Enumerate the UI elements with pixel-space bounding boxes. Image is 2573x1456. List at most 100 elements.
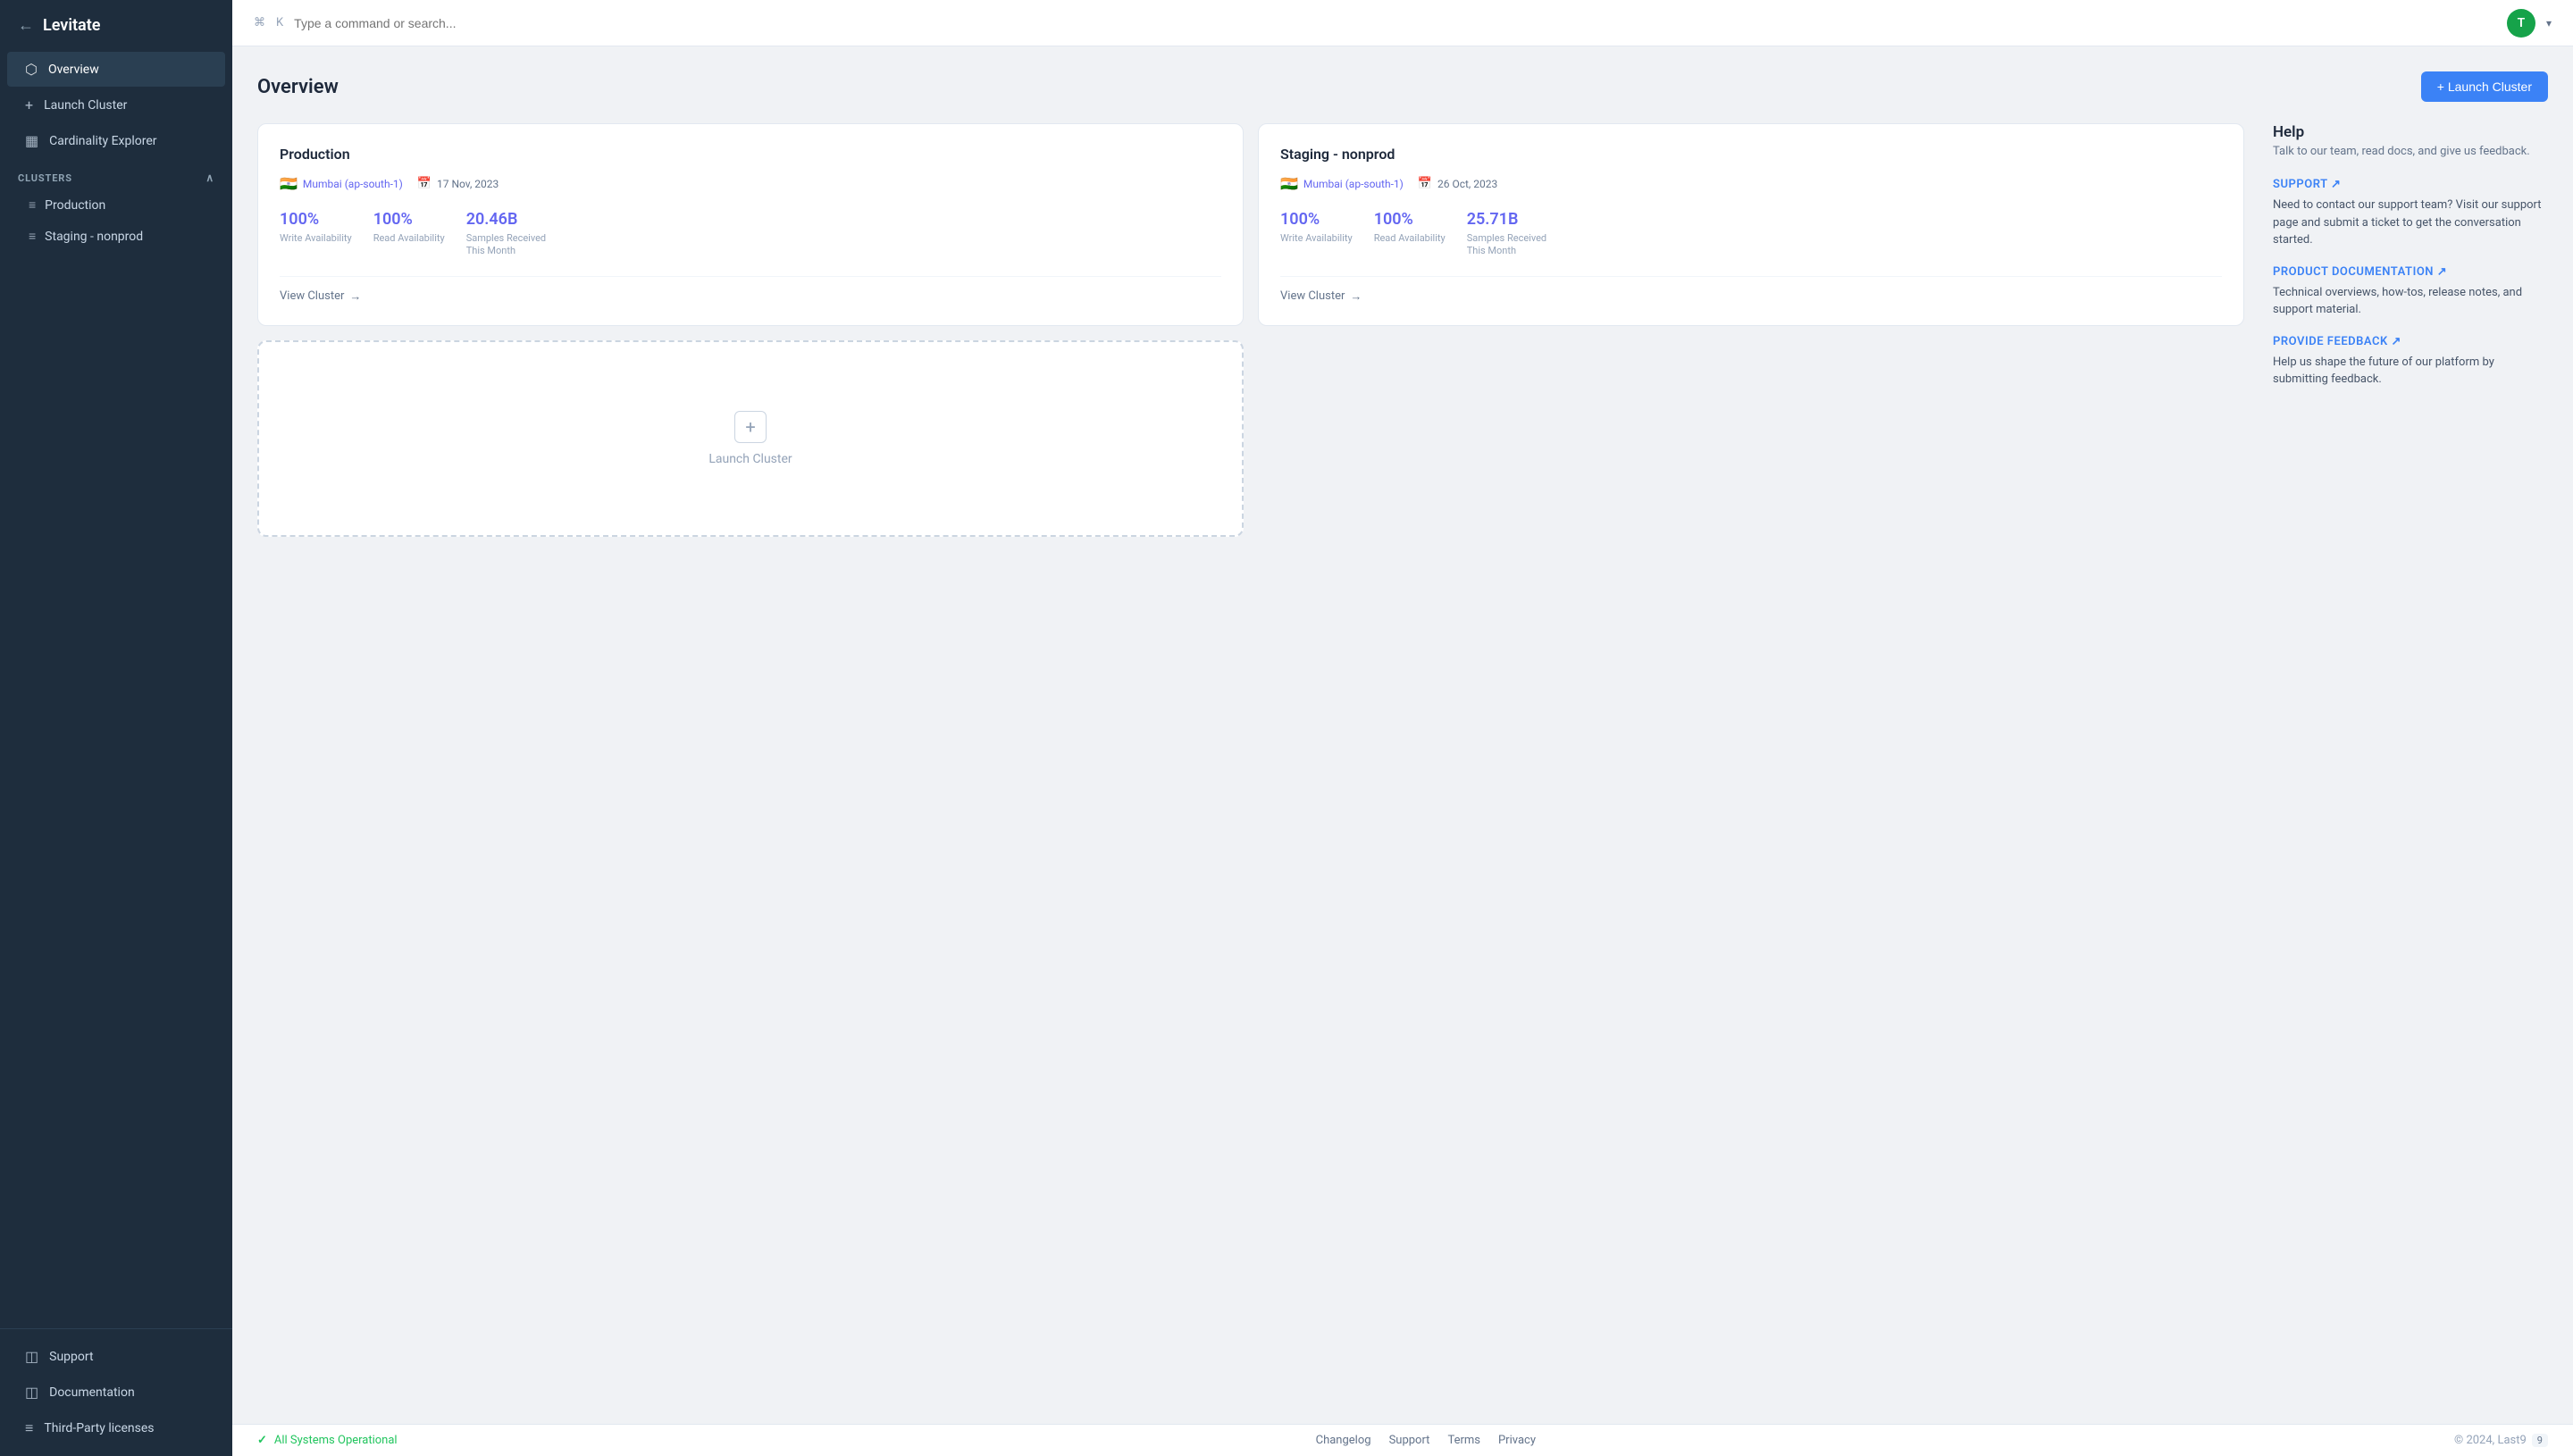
back-icon[interactable]: ← [18,16,34,35]
sidebar-item-label: Support [49,1350,93,1364]
sidebar-item-cardinality-explorer[interactable]: ▦ Cardinality Explorer [7,123,225,158]
chevron-down-icon[interactable]: ▾ [2546,17,2552,29]
cluster-list: ≡ Production ≡ Staging - nonprod [0,189,232,252]
plus-icon: + [25,96,33,113]
read-label: Read Availability [373,232,445,245]
status-indicator: ✓ All Systems Operational [257,1434,398,1447]
sidebar-header: ← Levitate [0,0,232,51]
flag-icon: 🇮🇳 [280,175,298,192]
cluster-date: 📅 26 Oct, 2023 [1418,177,1497,190]
page-title: Overview [257,76,339,98]
status-text: All Systems Operational [274,1434,398,1447]
footer-links: Changelog Support Terms Privacy [1316,1434,1536,1447]
sidebar-bottom-nav: ◫ Support ◫ Documentation ≡ Third-Party … [0,1328,232,1456]
sidebar-item-overview[interactable]: ⬡ Overview [7,52,225,87]
copyright-text: © 2024, Last9 [2454,1434,2527,1447]
arrow-icon: → [349,289,361,304]
cluster-meta: 🇮🇳 Mumbai (ap-south-1) 📅 17 Nov, 2023 [280,175,1221,192]
write-value: 100% [1280,210,1353,229]
support-link[interactable]: SUPPORT ↗ [2273,178,2548,191]
copyright: © 2024, Last9 9 [2454,1434,2548,1447]
cluster-region: 🇮🇳 Mumbai (ap-south-1) [1280,175,1404,192]
help-panel: Help Talk to our team, read docs, and gi… [2262,123,2548,405]
samples-label: Samples Received This Month [1467,232,1546,258]
launch-cluster-button[interactable]: + Launch Cluster [2421,71,2548,102]
chevron-up-icon[interactable]: ∧ [205,172,214,184]
write-value: 100% [280,210,352,229]
overview-grid: Production 🇮🇳 Mumbai (ap-south-1) 📅 17 N… [257,123,2548,537]
launch-cluster-placeholder[interactable]: + Launch Cluster [257,340,1244,537]
topbar: ⌘ K T ▾ [232,0,2573,46]
list-icon: ≡ [29,229,36,244]
feedback-desc: Help us shape the future of our platform… [2273,354,2548,389]
grid-icon: ▦ [25,132,38,149]
changelog-link[interactable]: Changelog [1316,1434,1371,1447]
samples-value: 25.71B [1467,210,1546,229]
product-docs-desc: Technical overviews, how-tos, release no… [2273,284,2548,319]
sidebar-item-third-party[interactable]: ≡ Third-Party licenses [7,1410,225,1446]
sidebar-cluster-production[interactable]: ≡ Production [0,189,232,221]
cluster-region: 🇮🇳 Mumbai (ap-south-1) [280,175,403,192]
cluster-item-label: Production [45,198,105,213]
sidebar-item-support[interactable]: ◫ Support [7,1339,225,1374]
cluster-card-production: Production 🇮🇳 Mumbai (ap-south-1) 📅 17 N… [257,123,1244,326]
sidebar-cluster-staging[interactable]: ≡ Staging - nonprod [0,221,232,252]
read-availability-stat: 100% Read Availability [373,210,445,258]
read-value: 100% [373,210,445,229]
list-icon: ≡ [25,1419,33,1437]
support-link[interactable]: Support [1389,1434,1430,1447]
sidebar-item-label: Launch Cluster [44,98,127,113]
view-cluster-link-production[interactable]: View Cluster → [280,276,1221,304]
samples-label: Samples Received This Month [466,232,546,258]
view-cluster-link-staging[interactable]: View Cluster → [1280,276,2222,304]
cluster-item-label: Staging - nonprod [45,230,143,244]
arrow-icon: → [1350,289,1362,304]
launch-placeholder-label: Launch Cluster [708,452,792,466]
help-title: Help [2273,123,2548,141]
date-value: 26 Oct, 2023 [1437,178,1497,190]
cluster-date: 📅 17 Nov, 2023 [417,177,499,190]
region-name: Mumbai (ap-south-1) [1303,178,1404,190]
support-desc: Need to contact our support team? Visit … [2273,197,2548,249]
sidebar-item-documentation[interactable]: ◫ Documentation [7,1375,225,1410]
help-docs-section: PRODUCT DOCUMENTATION ↗ Technical overvi… [2273,265,2548,319]
clusters-grid: Production 🇮🇳 Mumbai (ap-south-1) 📅 17 N… [257,123,2244,537]
command-symbol: ⌘ [254,16,265,29]
samples-stat: 20.46B Samples Received This Month [466,210,546,258]
terms-link[interactable]: Terms [1447,1434,1480,1447]
samples-stat: 25.71B Samples Received This Month [1467,210,1546,258]
sidebar-item-label: Third-Party licenses [44,1421,154,1435]
content-area: Overview + Launch Cluster Production 🇮🇳 … [232,46,2573,1410]
feedback-link[interactable]: PROVIDE FEEDBACK ↗ [2273,335,2548,348]
search-input[interactable] [294,16,2496,30]
calendar-icon: 📅 [417,177,432,190]
support-icon: ◫ [25,1348,38,1365]
plus-box-icon: + [734,411,767,443]
list-icon: ≡ [29,197,36,213]
avatar[interactable]: T [2507,9,2535,38]
sidebar-item-label: Cardinality Explorer [49,134,156,148]
cluster-stats: 100% Write Availability 100% Read Availa… [1280,210,2222,258]
cluster-stats: 100% Write Availability 100% Read Availa… [280,210,1221,258]
privacy-link[interactable]: Privacy [1498,1434,1536,1447]
sidebar-nav: ⬡ Overview + Launch Cluster ▦ Cardinalit… [0,51,232,159]
cluster-name: Staging - nonprod [1280,146,2222,163]
footer: ✓ All Systems Operational Changelog Supp… [232,1424,2573,1456]
clusters-section-header: CLUSTERS ∧ [0,159,232,189]
read-availability-stat: 100% Read Availability [1374,210,1446,258]
product-docs-link[interactable]: PRODUCT DOCUMENTATION ↗ [2273,265,2548,279]
region-name: Mumbai (ap-south-1) [303,178,403,190]
page-header: Overview + Launch Cluster [257,71,2548,102]
app-name: Levitate [43,16,100,35]
cluster-meta: 🇮🇳 Mumbai (ap-south-1) 📅 26 Oct, 2023 [1280,175,2222,192]
samples-value: 20.46B [466,210,546,229]
help-support-section: SUPPORT ↗ Need to contact our support te… [2273,178,2548,249]
write-label: Write Availability [1280,232,1353,245]
sidebar-item-label: Documentation [49,1385,135,1400]
cluster-name: Production [280,146,1221,163]
help-subtitle: Talk to our team, read docs, and give us… [2273,145,2548,158]
sidebar-item-label: Overview [48,63,99,77]
main-content: ⌘ K T ▾ Overview + Launch Cluster Produc… [232,0,2573,1456]
overview-icon: ⬡ [25,61,38,78]
sidebar-item-launch-cluster[interactable]: + Launch Cluster [7,88,225,122]
